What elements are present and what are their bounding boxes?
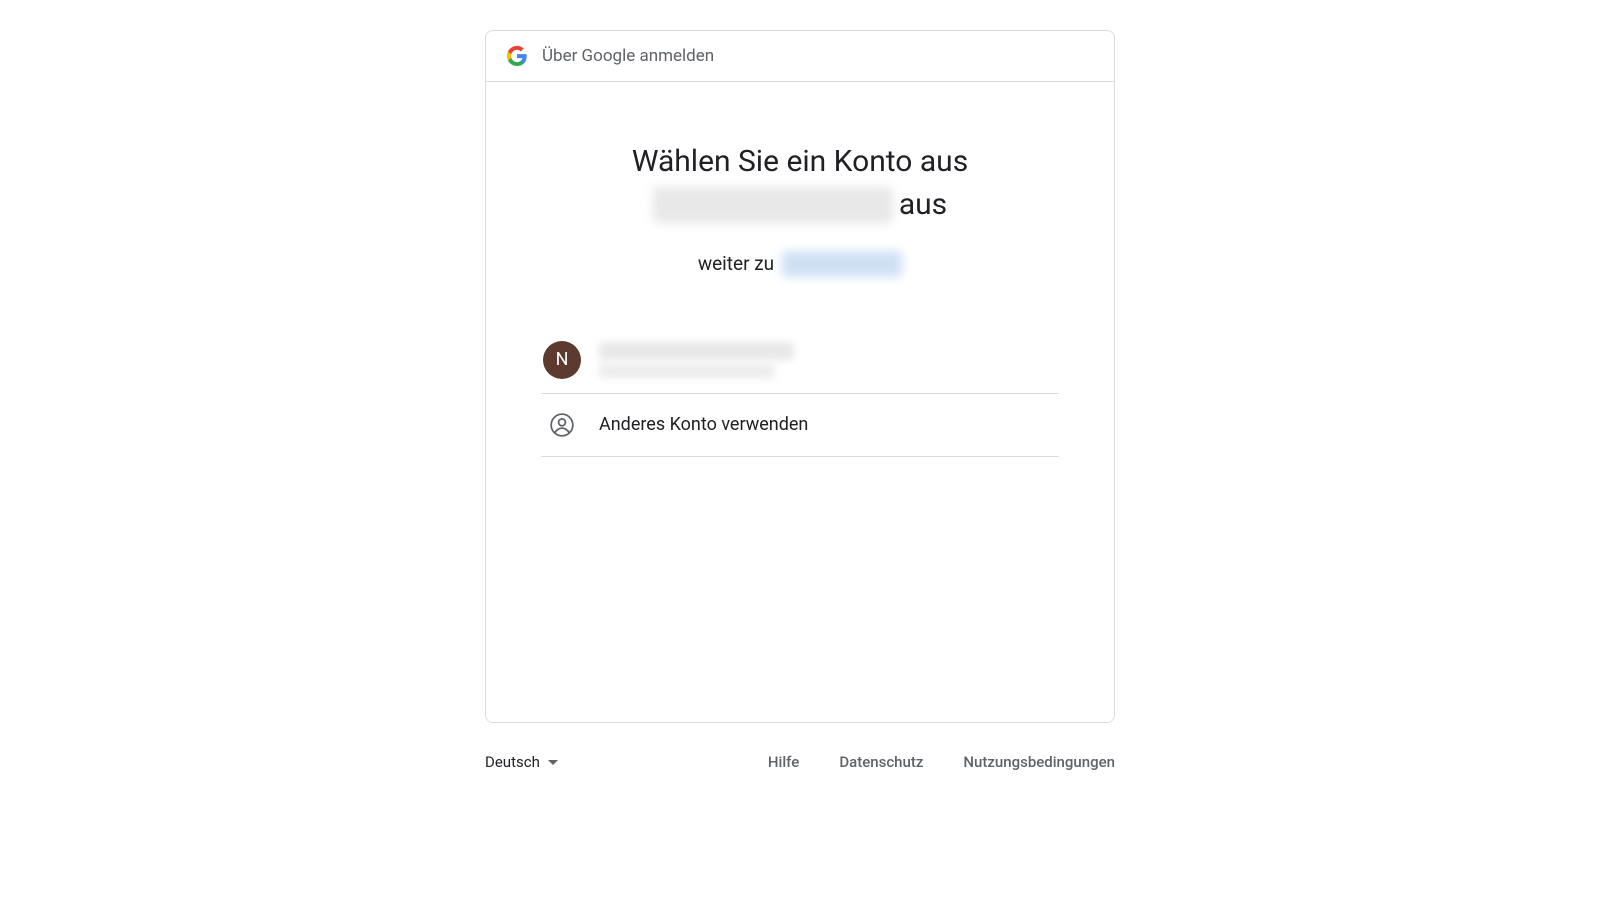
footer: Deutsch Hilfe Datenschutz Nutzungsbeding… — [485, 723, 1115, 777]
title-block: Wählen Sie ein Konto aus aus weiter zu — [541, 142, 1059, 277]
header-label: Über Google anmelden — [542, 46, 714, 66]
redacted-account-email — [599, 364, 774, 378]
redacted-account-name — [599, 342, 794, 360]
language-label: Deutsch — [485, 753, 540, 771]
person-icon-wrap — [543, 412, 581, 438]
page-title-line1: Wählen Sie ein Konto aus — [541, 142, 1059, 183]
signin-card: Über Google anmelden Wählen Sie ein Kont… — [485, 30, 1115, 723]
footer-links: Hilfe Datenschutz Nutzungsbedingungen — [768, 753, 1115, 771]
card-body: Wählen Sie ein Konto aus aus weiter zu N — [486, 82, 1114, 722]
account-list: N Anderes Konto verwenden — [541, 327, 1059, 457]
account-text — [599, 342, 794, 378]
privacy-link[interactable]: Datenschutz — [839, 753, 923, 771]
subtitle-prefix: weiter zu — [698, 252, 774, 275]
chevron-down-icon — [548, 760, 558, 765]
page-title-line2-suffix: aus — [899, 187, 947, 222]
language-selector[interactable]: Deutsch — [485, 747, 558, 777]
help-link[interactable]: Hilfe — [768, 753, 799, 771]
subtitle: weiter zu — [541, 251, 1059, 277]
person-circle-icon — [549, 412, 575, 438]
card-header: Über Google anmelden — [486, 31, 1114, 82]
redacted-domain — [653, 187, 893, 223]
use-another-account-row[interactable]: Anderes Konto verwenden — [541, 394, 1059, 457]
redacted-app-name — [782, 251, 902, 277]
google-logo-icon — [506, 45, 528, 67]
use-another-account-label: Anderes Konto verwenden — [599, 414, 808, 435]
terms-link[interactable]: Nutzungsbedingungen — [963, 753, 1115, 771]
avatar: N — [543, 341, 581, 379]
page-title-line2: aus — [541, 187, 1059, 223]
account-row[interactable]: N — [541, 327, 1059, 394]
